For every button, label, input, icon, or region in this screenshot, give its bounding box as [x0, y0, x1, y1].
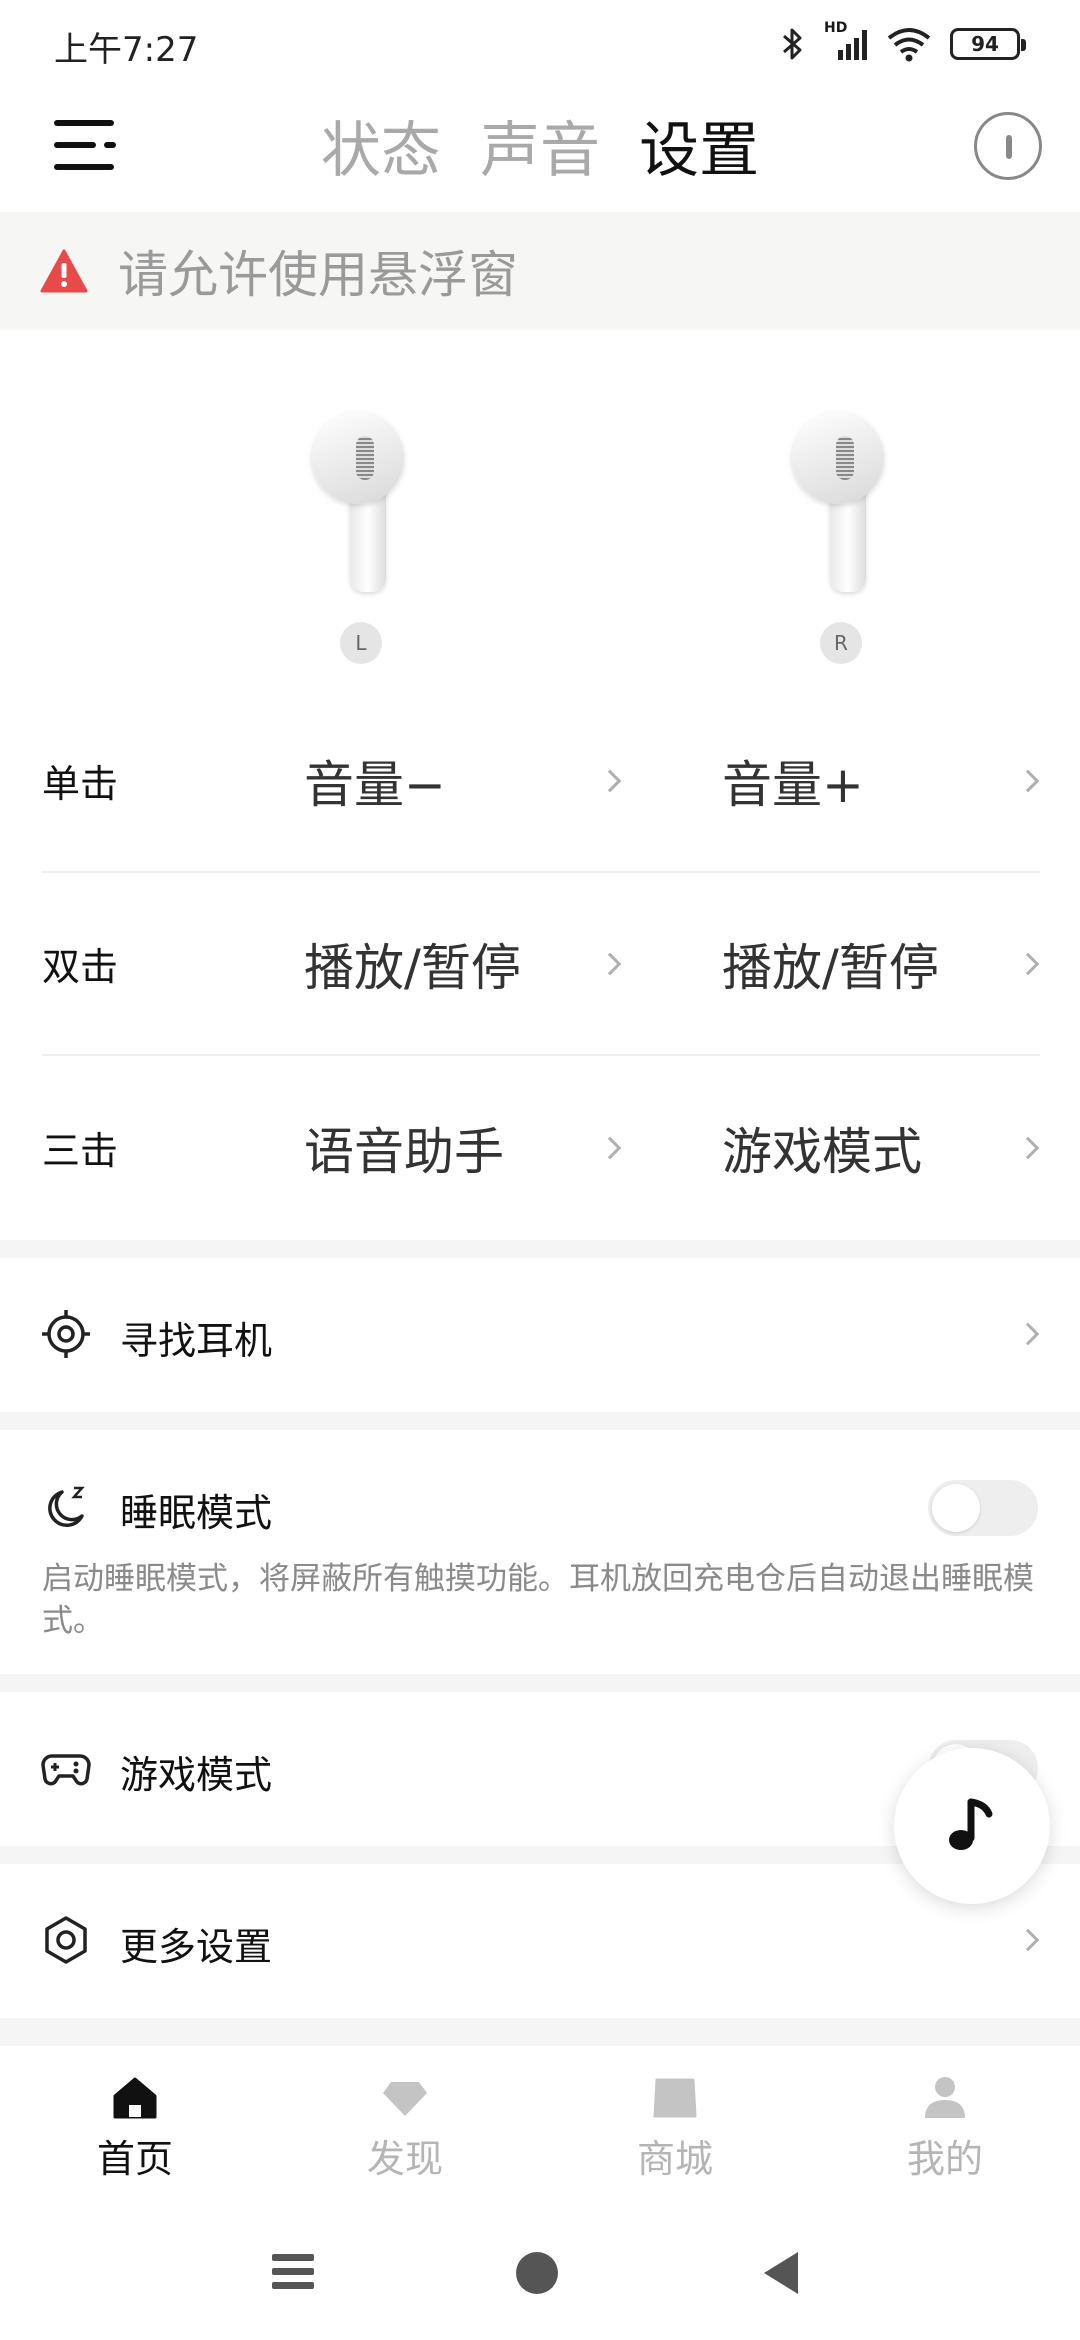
section-divider — [0, 1412, 1080, 1430]
status-time: 上午7:27 — [54, 30, 199, 70]
nav-me[interactable]: 我的 — [845, 2076, 1045, 2183]
battery-icon: 94 — [950, 28, 1026, 60]
recent-apps-button[interactable] — [272, 2254, 314, 2290]
earbuds-illustration: L R — [0, 330, 1080, 690]
section-divider — [0, 2018, 1080, 2046]
gesture-row-double: 双击 播放/暂停 播放/暂停 — [42, 873, 1040, 1056]
left-gesture-value[interactable]: 播放/暂停 — [304, 928, 521, 1000]
right-earbud-image — [792, 412, 892, 592]
back-button[interactable] — [764, 2252, 798, 2294]
tab-sound[interactable]: 声音 — [480, 102, 600, 189]
nav-home[interactable]: 首页 — [35, 2076, 235, 2183]
right-earbud-label: R — [820, 622, 862, 664]
status-icons: HD 94 — [780, 20, 1026, 68]
section-divider — [0, 1240, 1080, 1258]
person-icon — [925, 2077, 965, 2118]
gesture-label: 单击 — [42, 762, 119, 806]
system-navigation — [0, 2218, 1080, 2340]
signal-icon: HD — [824, 20, 868, 62]
chevron-right-icon[interactable] — [1016, 952, 1040, 975]
sleep-mode-label: 睡眠模式 — [120, 1491, 273, 1535]
diamond-icon — [383, 2082, 427, 2116]
gesture-row-single: 单击 音量− 音量+ — [42, 690, 1040, 873]
bottom-navigation: 首页 发现 商城 我的 — [0, 2046, 1080, 2218]
gamepad-icon — [41, 1754, 91, 1786]
target-icon — [42, 1310, 90, 1358]
bag-icon — [653, 2078, 697, 2118]
chevron-right-icon[interactable] — [1016, 1928, 1040, 1952]
music-note-icon — [949, 1798, 993, 1850]
chevron-right-icon[interactable] — [1016, 769, 1040, 792]
nav-home-label: 首页 — [96, 2137, 173, 2181]
right-gesture-value[interactable]: 游戏模式 — [722, 1112, 922, 1184]
right-gesture-value[interactable]: 播放/暂停 — [722, 928, 939, 1000]
nav-discover[interactable]: 发现 — [305, 2076, 505, 2183]
right-gesture-value[interactable]: 音量+ — [722, 745, 864, 817]
find-earbuds-row[interactable]: 寻找耳机 — [0, 1258, 1080, 1412]
overlay-permission-banner[interactable]: 请允许使用悬浮窗 — [0, 212, 1080, 330]
home-button[interactable] — [516, 2252, 558, 2294]
floating-music-button[interactable] — [894, 1748, 1050, 1904]
left-earbud-image — [312, 412, 412, 592]
left-gesture-value[interactable]: 音量− — [304, 745, 446, 817]
chevron-right-icon[interactable] — [1016, 1136, 1040, 1159]
bluetooth-icon — [783, 28, 802, 60]
nav-discover-label: 发现 — [366, 2137, 443, 2181]
gesture-label: 双击 — [42, 945, 119, 989]
game-mode-label: 游戏模式 — [120, 1753, 273, 1797]
chevron-right-icon[interactable] — [598, 769, 622, 792]
sleep-mode-row: 睡眠模式 启动睡眠模式，将屏蔽所有触摸功能。耳机放回充电仓后自动退出睡眠模式。 — [0, 1430, 1080, 1674]
battery-level: 94 — [971, 32, 999, 56]
header: 状态 声音 设置 — [0, 86, 1080, 210]
sleep-mode-toggle[interactable] — [928, 1480, 1038, 1536]
tab-status[interactable]: 状态 — [321, 102, 441, 189]
left-earbud-label: L — [340, 622, 382, 664]
gesture-row-triple: 三击 语音助手 游戏模式 — [42, 1056, 1040, 1239]
more-settings-row[interactable]: 更多设置 — [0, 1864, 1080, 2018]
earbud-device-button[interactable] — [974, 112, 1042, 180]
warning-icon — [40, 249, 88, 293]
status-bar: 上午7:27 HD 94 — [0, 0, 1080, 86]
gesture-settings: 单击 音量− 音量+ 双击 播放/暂停 播放/暂停 三击 语音助手 游戏模式 — [42, 690, 1040, 1239]
chevron-right-icon[interactable] — [598, 1136, 622, 1159]
find-earbuds-label: 寻找耳机 — [120, 1319, 273, 1363]
home-icon — [113, 2077, 157, 2119]
more-settings-label: 更多设置 — [120, 1925, 273, 1969]
nav-mall-label: 商城 — [636, 2137, 713, 2181]
moon-icon — [48, 1486, 85, 1527]
banner-text: 请允许使用悬浮窗 — [118, 246, 518, 304]
wifi-icon — [887, 28, 931, 62]
chevron-right-icon[interactable] — [598, 952, 622, 975]
hex-nut-icon — [45, 1916, 87, 1964]
gesture-label: 三击 — [42, 1129, 119, 1173]
section-divider — [0, 1674, 1080, 1692]
chevron-right-icon[interactable] — [1016, 1322, 1040, 1346]
nav-me-label: 我的 — [906, 2137, 983, 2181]
nav-mall[interactable]: 商城 — [575, 2076, 775, 2183]
tab-settings[interactable]: 设置 — [639, 102, 759, 189]
tab-bar: 状态 声音 设置 — [0, 102, 1080, 189]
sleep-mode-description: 启动睡眠模式，将屏蔽所有触摸功能。耳机放回充电仓后自动退出睡眠模式。 — [42, 1561, 1034, 1639]
left-gesture-value[interactable]: 语音助手 — [304, 1112, 504, 1184]
